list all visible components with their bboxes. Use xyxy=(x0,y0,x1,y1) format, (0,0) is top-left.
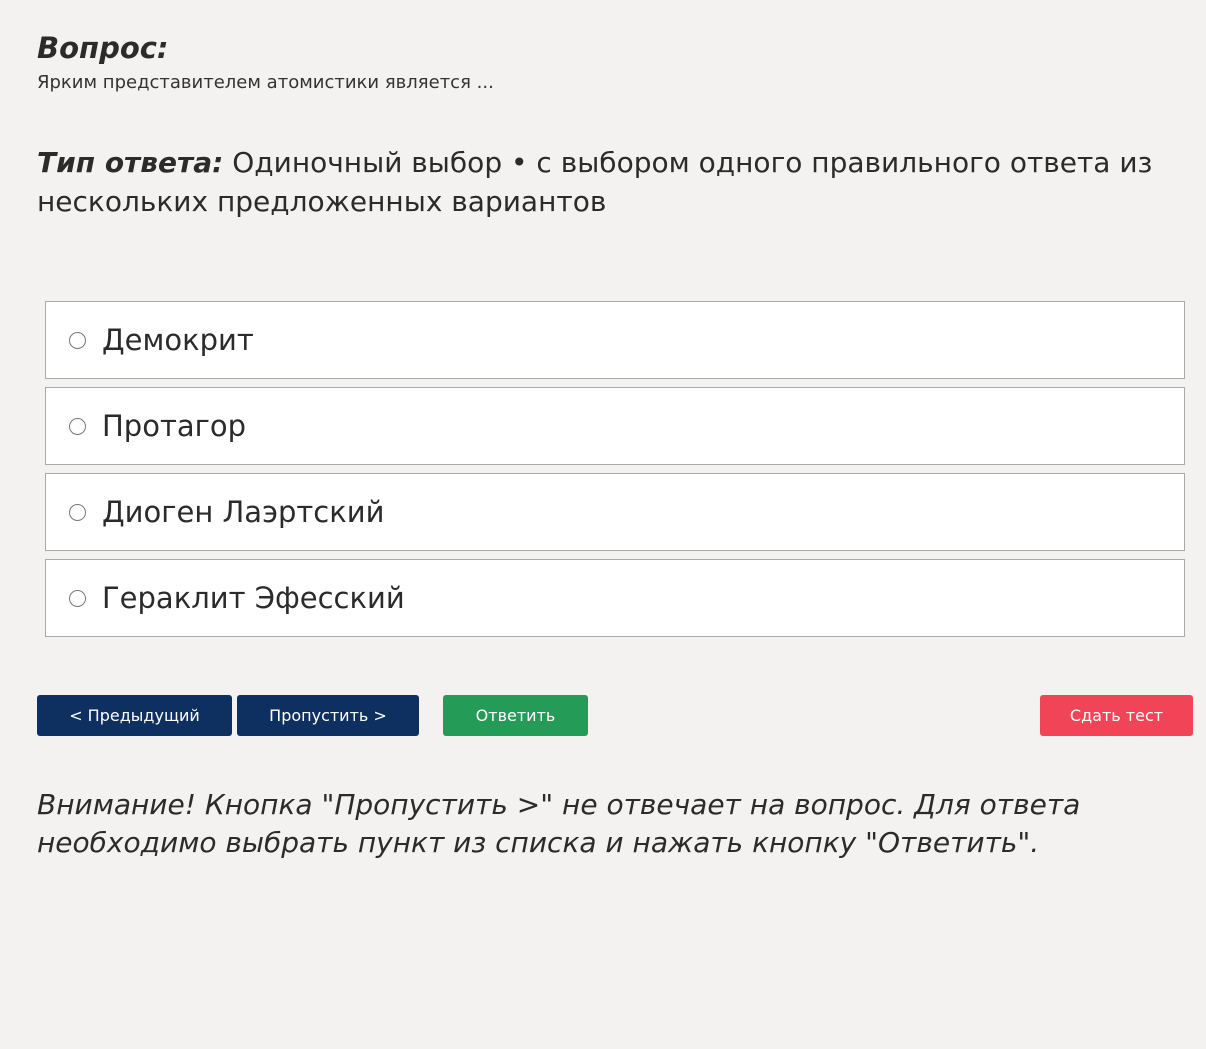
skip-button[interactable]: Пропустить > xyxy=(237,695,419,736)
answer-option[interactable]: Протагор xyxy=(45,387,1185,465)
answer-option-label: Протагор xyxy=(102,409,247,443)
answer-option[interactable]: Демокрит xyxy=(45,301,1185,379)
notice-text: Внимание! Кнопка "Пропустить >" не отвеч… xyxy=(37,788,1081,859)
answer-option[interactable]: Диоген Лаэртский xyxy=(45,473,1185,551)
radio-button[interactable] xyxy=(69,503,86,521)
finish-test-button[interactable]: Сдать тест xyxy=(1040,695,1193,736)
radio-button[interactable] xyxy=(69,331,86,349)
radio-button[interactable] xyxy=(69,589,86,607)
answer-options-list: Демокрит Протагор Диоген Лаэртский Герак… xyxy=(45,301,1185,645)
test-page: Вопрос: Ярким представителем атомистики … xyxy=(0,0,1206,1049)
answer-type-label: Тип ответа: xyxy=(37,146,224,179)
answer-type: Тип ответа: Одиночный выбор • с выбором … xyxy=(37,143,1167,221)
answer-option-label: Диоген Лаэртский xyxy=(102,495,385,529)
previous-button[interactable]: < Предыдущий xyxy=(37,695,232,736)
radio-button[interactable] xyxy=(69,417,86,435)
answer-option-label: Гераклит Эфесский xyxy=(102,581,405,615)
answer-option[interactable]: Гераклит Эфесский xyxy=(45,559,1185,637)
answer-button[interactable]: Ответить xyxy=(443,695,588,736)
answer-option-label: Демокрит xyxy=(102,323,254,357)
question-heading: Вопрос: xyxy=(37,31,169,65)
question-text: Ярким представителем атомистики является… xyxy=(37,72,494,93)
